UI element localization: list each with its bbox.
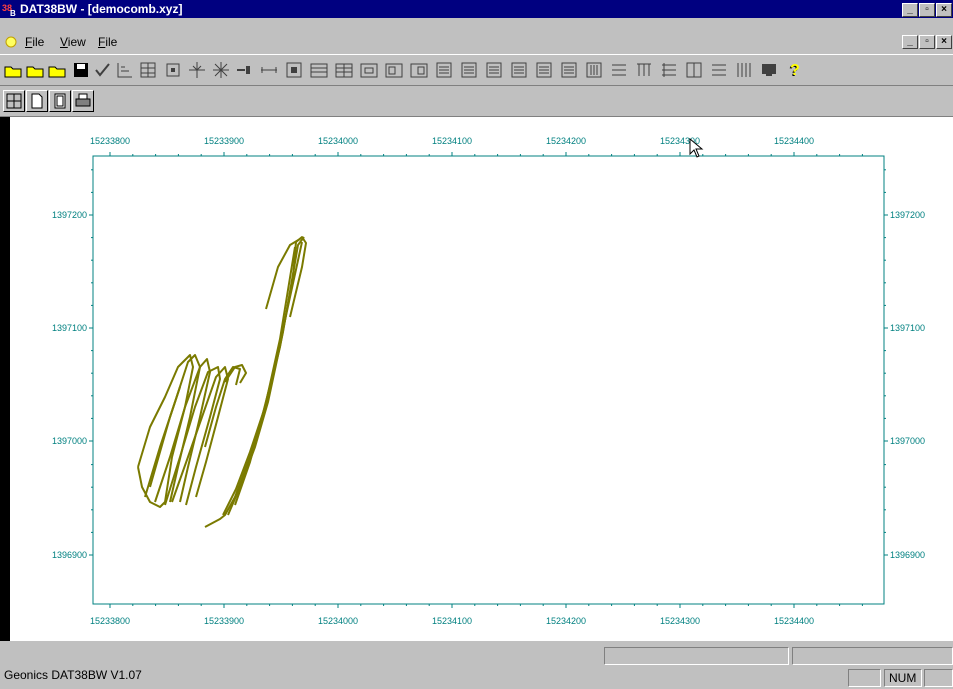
x-tick-label: 15234100 [432, 136, 472, 146]
svg-text:?: ? [790, 62, 800, 79]
bars-icon[interactable] [683, 59, 705, 81]
x-tick-label: 15234000 [318, 136, 358, 146]
crosshair-icon[interactable] [3, 90, 25, 112]
mouse-cursor-icon [689, 138, 704, 158]
save-icon[interactable] [70, 59, 92, 81]
y-tick-label: 1397100 [890, 323, 925, 333]
status-panel-1 [604, 647, 789, 665]
map-plot: 15233800 15233800 15233900 15233900 15234000… [52, 136, 925, 626]
x-tick-label: 15234200 [546, 616, 586, 626]
list3-icon[interactable] [483, 59, 505, 81]
menu-view[interactable]: View [60, 35, 86, 49]
y-tick-label: 1397200 [890, 210, 925, 220]
child-minimize-button[interactable]: _ [902, 35, 918, 49]
y-tick-label: 1396900 [52, 550, 87, 560]
table-icon[interactable] [308, 59, 330, 81]
plot-canvas[interactable]: 15233800 15233800 15233900 15233900 15234000… [10, 117, 953, 641]
x-tick-label: 15233900 [204, 616, 244, 626]
status-bar: Geonics DAT38BW V1.07 NUM [0, 641, 953, 689]
menu-bar: File View File _ ▫ × [0, 32, 953, 54]
x-tick-label: 15234000 [318, 616, 358, 626]
survey-trace [227, 236, 305, 516]
grid-icon[interactable] [137, 59, 159, 81]
x-tick-label: 15234400 [774, 616, 814, 626]
cols-icon[interactable] [583, 59, 605, 81]
chart-icon[interactable] [114, 59, 136, 81]
open-alt-icon[interactable] [24, 59, 46, 81]
help-icon[interactable]: ?? [783, 59, 805, 81]
check-icon[interactable] [92, 59, 114, 81]
list4-icon[interactable] [508, 59, 530, 81]
y-tick-label: 1397000 [890, 436, 925, 446]
close-button[interactable]: × [936, 3, 952, 17]
menu-file-2[interactable]: File [98, 35, 117, 49]
box-icon[interactable] [162, 59, 184, 81]
open-icon[interactable] [2, 59, 24, 81]
frame-icon[interactable] [283, 59, 305, 81]
app-icon: 38 B [2, 3, 16, 17]
list5-icon[interactable] [533, 59, 555, 81]
panel2-icon[interactable] [383, 59, 405, 81]
status-panel-4 [924, 669, 953, 687]
page2-icon[interactable] [49, 90, 71, 112]
star-icon[interactable] [210, 59, 232, 81]
block-icon[interactable] [708, 59, 730, 81]
y-tick-label: 1397200 [52, 210, 87, 220]
child-window-strip [0, 18, 953, 32]
print-icon[interactable] [72, 90, 94, 112]
table2-icon[interactable] [333, 59, 355, 81]
status-message: Geonics DAT38BW V1.07 [4, 668, 142, 682]
svg-text:B: B [10, 9, 16, 17]
y-tick-label: 1397000 [52, 436, 87, 446]
survey-trace [204, 366, 241, 448]
x-tick-label: 15233800 [90, 616, 130, 626]
x-tick-label: 15234400 [774, 136, 814, 146]
main-toolbar: ?? [0, 54, 953, 86]
mdi-border [0, 117, 10, 641]
sep-icon[interactable] [234, 59, 256, 81]
open-folder-icon[interactable] [46, 59, 68, 81]
y-tick-label: 1397100 [52, 323, 87, 333]
num-lock-indicator: NUM [884, 669, 922, 687]
line-icon[interactable] [258, 59, 280, 81]
child-close-button[interactable]: × [936, 35, 952, 49]
status-panel-3 [848, 669, 881, 687]
y-tick-label: 1396900 [890, 550, 925, 560]
minimize-button[interactable]: _ [902, 3, 918, 17]
columns-icon[interactable] [733, 59, 755, 81]
secondary-toolbar [0, 86, 953, 117]
rows-icon[interactable] [558, 59, 580, 81]
window-title: DAT38BW - [democomb.xyz] [20, 2, 183, 16]
panel-icon[interactable] [358, 59, 380, 81]
plot-frame [92, 155, 885, 605]
x-tick-label: 15234300 [660, 616, 700, 626]
menu-file[interactable]: File [25, 35, 44, 49]
x-tick-label: 15233800 [90, 136, 130, 146]
window-icon[interactable] [633, 59, 655, 81]
list-icon[interactable] [433, 59, 455, 81]
page-icon[interactable] [26, 90, 48, 112]
survey-trace [222, 246, 296, 516]
list2-icon[interactable] [458, 59, 480, 81]
x-tick-label: 15234100 [432, 616, 472, 626]
lines2-icon[interactable] [658, 59, 680, 81]
document-icon[interactable] [3, 34, 19, 50]
move-icon[interactable] [186, 59, 208, 81]
title-bar: 38 B DAT38BW - [democomb.xyz] _ ▫ × [0, 0, 953, 18]
child-restore-button[interactable]: ▫ [919, 35, 935, 49]
x-tick-label: 15234200 [546, 136, 586, 146]
lines-icon[interactable] [608, 59, 630, 81]
x-tick-label: 15233900 [204, 136, 244, 146]
restore-button[interactable]: ▫ [919, 3, 935, 17]
monitor-icon[interactable] [758, 59, 780, 81]
panel3-icon[interactable] [408, 59, 430, 81]
status-panel-2 [792, 647, 953, 665]
